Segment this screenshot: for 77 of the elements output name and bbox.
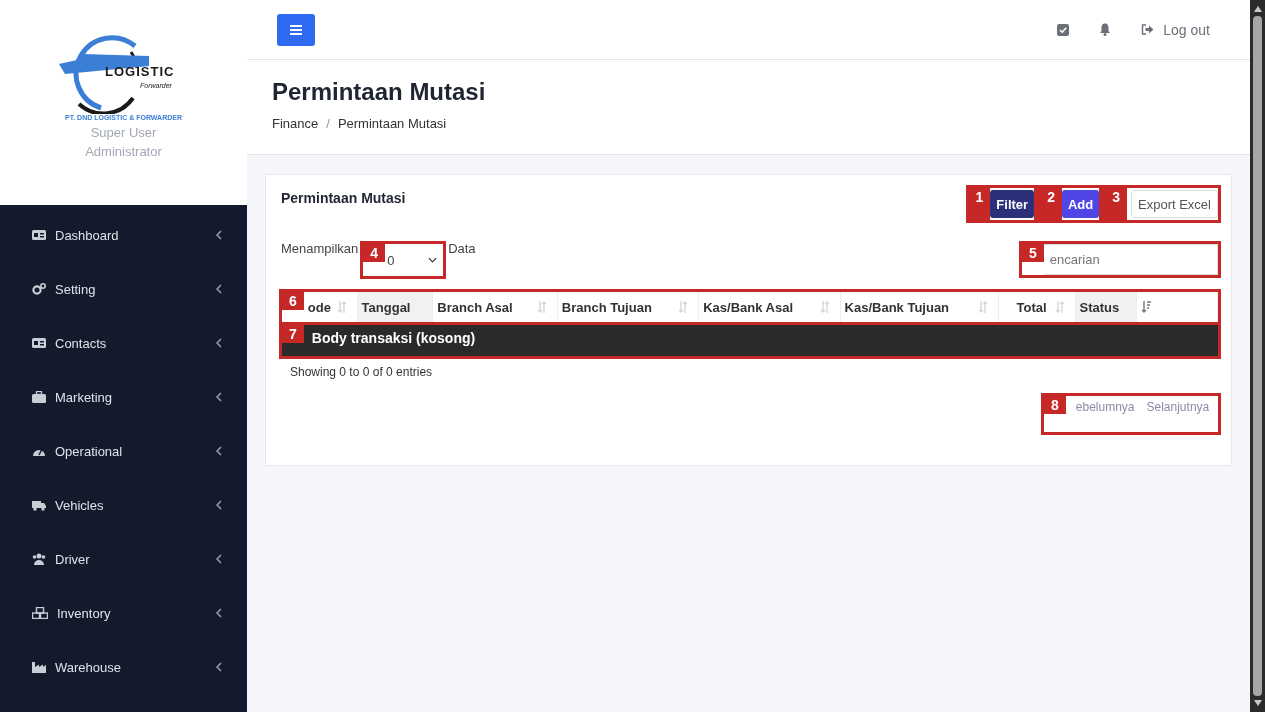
annotation-number: 7 bbox=[282, 325, 304, 343]
search-field[interactable]: encarian bbox=[1043, 244, 1218, 275]
chevron-left-icon bbox=[216, 284, 222, 294]
chevron-left-icon bbox=[216, 554, 222, 564]
sidebar-item[interactable]: Dashboard bbox=[0, 208, 247, 262]
add-button[interactable]: Add bbox=[1061, 190, 1100, 218]
sort-icon bbox=[536, 301, 547, 313]
sidebar-item[interactable]: Operational bbox=[0, 424, 247, 478]
annotation-number: 4 bbox=[363, 244, 386, 262]
chevron-left-icon bbox=[216, 500, 222, 510]
scrollbar[interactable] bbox=[1250, 0, 1265, 712]
sort-icon bbox=[977, 301, 988, 313]
annotation-number: 8 bbox=[1044, 396, 1066, 414]
boxes-icon bbox=[32, 607, 48, 619]
sidebar-item[interactable]: Driver bbox=[0, 532, 247, 586]
column-header[interactable]: Kas/Bank Tujuan bbox=[840, 292, 999, 322]
id-card-icon bbox=[32, 337, 46, 349]
checkbox-icon[interactable] bbox=[1057, 23, 1070, 36]
logo-wordmark: LOGISTIC bbox=[105, 64, 175, 79]
user-name: Super User bbox=[90, 125, 157, 140]
column-header[interactable]: Total bbox=[998, 292, 1076, 322]
sort-icon bbox=[678, 301, 689, 313]
sort-icon bbox=[1054, 301, 1065, 313]
chevron-left-icon bbox=[216, 230, 222, 240]
chevron-left-icon bbox=[216, 392, 222, 402]
id-card-icon bbox=[32, 229, 46, 241]
logout-link[interactable]: Log out bbox=[1141, 21, 1210, 38]
sidebar-item[interactable]: Vehicles bbox=[0, 478, 247, 532]
length-label: Menampilkan bbox=[281, 241, 359, 256]
chevron-left-icon bbox=[216, 338, 222, 348]
filter-button[interactable]: Filter bbox=[990, 190, 1035, 218]
sidebar-item[interactable]: Setting bbox=[0, 262, 247, 316]
menu-icon bbox=[290, 24, 302, 35]
sort-icon bbox=[819, 301, 830, 313]
gears-icon bbox=[32, 283, 46, 295]
annotation-number: 6 bbox=[282, 292, 304, 310]
export-button[interactable]: Export Excel bbox=[1131, 190, 1218, 218]
chevron-left-icon bbox=[216, 662, 222, 672]
scroll-up-icon[interactable] bbox=[1253, 6, 1262, 12]
briefcase-icon bbox=[32, 391, 46, 403]
column-header[interactable]: Branch Asal bbox=[433, 292, 558, 322]
logout-icon bbox=[1141, 24, 1155, 35]
sidebar-item[interactable]: Marketing bbox=[0, 370, 247, 424]
page-length-select[interactable]: 0 bbox=[385, 244, 444, 276]
card-title: Permintaan Mutasi bbox=[280, 190, 406, 206]
column-header[interactable]: ode bbox=[303, 292, 358, 322]
factory-icon bbox=[32, 661, 46, 673]
page-title: Permintaan Mutasi bbox=[272, 78, 487, 106]
chevron-left-icon bbox=[216, 446, 222, 456]
sort-icon bbox=[1141, 301, 1152, 313]
length-label: Data bbox=[448, 241, 476, 256]
sidebar-item[interactable]: Inventory bbox=[0, 586, 247, 640]
menu-button[interactable] bbox=[277, 13, 315, 46]
users-icon bbox=[32, 553, 46, 565]
chevron-down-icon bbox=[428, 257, 438, 263]
column-header[interactable]: Tanggal bbox=[357, 292, 434, 322]
annotation-number: 1 bbox=[968, 188, 991, 220]
pagination-link[interactable]: ebelumnya bbox=[1073, 396, 1137, 418]
table-info: Showing 0 to 0 of 0 entries bbox=[290, 365, 434, 379]
breadcrumb-separator: / bbox=[326, 116, 330, 131]
truck-icon bbox=[32, 499, 46, 511]
breadcrumb-item[interactable]: Finance bbox=[272, 116, 319, 131]
column-header[interactable]: Branch Tujuan bbox=[557, 292, 700, 322]
annotation-number: 2 bbox=[1040, 188, 1062, 220]
scroll-down-icon[interactable] bbox=[1253, 700, 1262, 706]
annotation-number: 3 bbox=[1105, 188, 1127, 220]
notifications-icon[interactable] bbox=[1099, 23, 1112, 36]
breadcrumb-item: Permintaan Mutasi bbox=[337, 116, 447, 131]
column-header[interactable]: Kas/Bank Asal bbox=[699, 292, 841, 322]
annotation-label: Body transaksi (kosong) bbox=[311, 330, 476, 346]
sort-icon bbox=[336, 301, 347, 313]
sidebar-item[interactable]: Warehouse bbox=[0, 640, 247, 694]
chevron-left-icon bbox=[216, 608, 222, 618]
column-header[interactable]: Status bbox=[1075, 292, 1138, 322]
user-role: Administrator bbox=[85, 144, 162, 159]
sidebar-item[interactable]: Contacts bbox=[0, 316, 247, 370]
annotation-number: 5 bbox=[1022, 244, 1044, 262]
